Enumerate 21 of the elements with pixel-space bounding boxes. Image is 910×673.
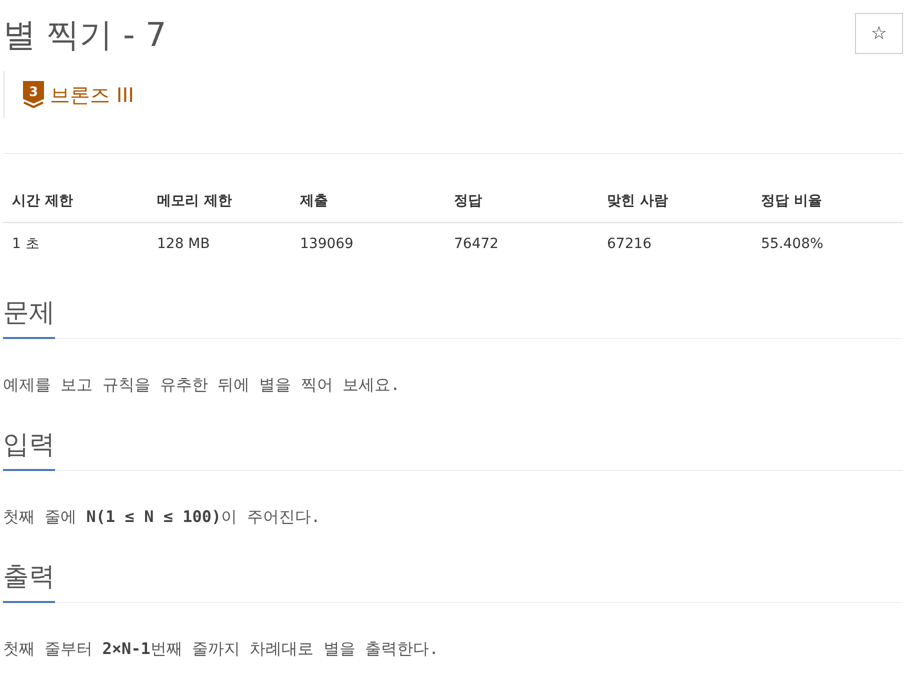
favorite-button[interactable]: ☆ [855,13,903,54]
table-cell-text: 128 MB [156,235,211,254]
table-cell-text: 76472 [453,235,500,254]
column-header: 정답 [453,192,483,211]
column-header: 시간 제한 [11,192,74,211]
column-header: 정답 비율 [760,192,823,211]
table-cell-text: 55.408% [760,235,824,254]
tier-label[interactable]: 브론즈 III [50,82,134,108]
section-heading: 입력 [3,427,55,471]
section-paragraph: 첫째 줄에 N(1 ≤ N ≤ 100)이 주어진다. [3,506,322,528]
table-cell-text: 67216 [606,235,653,254]
section-paragraph: 예제를 보고 규칙을 유추한 뒤에 별을 찍어 보세요. [3,374,402,396]
column-header: 제출 [298,192,329,211]
section-paragraph: 첫째 줄부터 2×N-1번째 줄까지 차례대로 별을 출력한다. [3,638,440,660]
column-header: 메모리 제한 [156,192,233,211]
page-title: 별 찍기 - 7 [3,15,166,55]
table-cell-text: 1 초 [11,235,40,254]
table-cell-text: 139069 [299,235,354,254]
section-heading: 출력 [3,559,55,603]
section-heading: 문제 [3,295,55,339]
column-header: 맞힌 사람 [606,192,669,211]
